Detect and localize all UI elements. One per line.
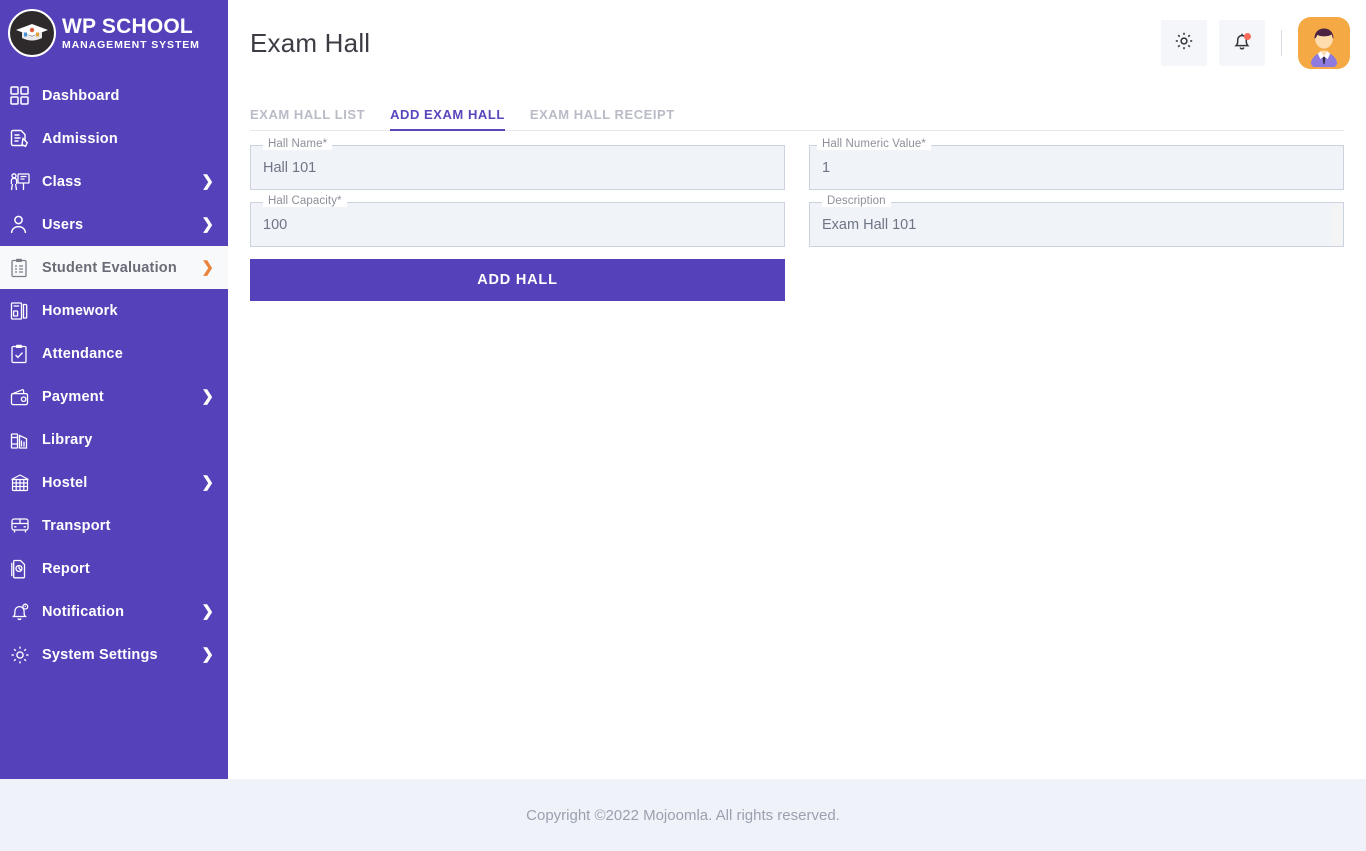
sidebar-item-label: Homework	[42, 302, 118, 319]
sidebar-item-label: Attendance	[42, 345, 123, 362]
chevron-right-icon: ❯	[201, 646, 214, 663]
sidebar-item-dashboard[interactable]: Dashboard	[0, 74, 228, 117]
submit-row: ADD HALL	[250, 259, 797, 301]
graduation-cap-glyph	[16, 24, 48, 41]
brand-subtitle: MANAGEMENT SYSTEM	[62, 38, 200, 51]
chevron-right-icon: ❯	[201, 603, 214, 620]
form-column-right: Hall Numeric Value*	[797, 138, 1344, 202]
hall-name-field[interactable]: Hall Name*	[250, 138, 785, 190]
hall-capacity-label: Hall Capacity*	[263, 195, 347, 207]
chevron-right-icon: ❯	[201, 259, 214, 276]
sidebar-item-hostel[interactable]: Hostel ❯	[0, 461, 228, 504]
sidebar-item-label: System Settings	[42, 646, 158, 663]
graduation-cap-logo-icon	[8, 9, 56, 57]
brand-logo-block[interactable]: WP SCHOOL MANAGEMENT SYSTEM	[0, 0, 228, 66]
book-stack-icon	[10, 300, 38, 322]
sidebar-item-label: Student Evaluation	[42, 259, 177, 276]
hall-capacity-input[interactable]	[251, 216, 784, 233]
sidebar-item-label: Admission	[42, 130, 118, 147]
sidebar-item-label: Class	[42, 173, 82, 190]
sidebar-item-admission[interactable]: Admission	[0, 117, 228, 160]
description-field[interactable]: Description	[809, 195, 1344, 247]
sidebar-item-class[interactable]: Class ❯	[0, 160, 228, 203]
user-avatar-icon	[1298, 17, 1350, 69]
form-column-left: Hall Name*	[250, 138, 797, 202]
sidebar-item-label: Library	[42, 431, 93, 448]
sidebar-item-label: Transport	[42, 517, 111, 534]
sidebar-item-attendance[interactable]: Attendance	[0, 332, 228, 375]
app-root: WP SCHOOL MANAGEMENT SYSTEM Dashboard Ad…	[0, 0, 1366, 851]
bell-icon	[10, 601, 38, 623]
notification-badge-dot	[1244, 33, 1251, 40]
form-column-right-2: Description	[797, 195, 1344, 259]
hall-capacity-field[interactable]: Hall Capacity*	[250, 195, 785, 247]
sidebar-item-system-settings[interactable]: System Settings ❯	[0, 633, 228, 676]
tab-exam-hall-receipt[interactable]: EXAM HALL RECEIPT	[530, 107, 675, 131]
hall-name-input[interactable]	[251, 159, 784, 176]
gear-icon	[10, 644, 38, 666]
sidebar-item-label: Hostel	[42, 474, 88, 491]
topbar-actions	[1149, 17, 1366, 69]
settings-button[interactable]	[1161, 20, 1207, 66]
hall-numeric-value-input[interactable]	[810, 159, 1343, 176]
hostel-building-icon	[10, 472, 38, 494]
clipboard-check-icon	[10, 343, 38, 365]
brand-text: WP SCHOOL MANAGEMENT SYSTEM	[62, 16, 200, 51]
sidebar-item-notification[interactable]: Notification ❯	[0, 590, 228, 633]
wallet-icon	[10, 386, 38, 408]
topbar-divider	[1281, 30, 1282, 56]
sidebar-item-transport[interactable]: Transport	[0, 504, 228, 547]
sidebar-nav: Dashboard Admission Class ❯ Users ❯ Stud…	[0, 74, 228, 676]
main-content: EXAM HALL LIST ADD EXAM HALL EXAM HALL R…	[228, 86, 1366, 779]
sidebar-item-report[interactable]: Report	[0, 547, 228, 590]
tab-bar: EXAM HALL LIST ADD EXAM HALL EXAM HALL R…	[228, 86, 1366, 131]
sidebar-item-label: Users	[42, 216, 84, 233]
notifications-button[interactable]	[1219, 20, 1265, 66]
report-file-icon	[10, 558, 38, 580]
tab-add-exam-hall[interactable]: ADD EXAM HALL	[390, 107, 505, 131]
chevron-right-icon: ❯	[201, 474, 214, 491]
sidebar-item-payment[interactable]: Payment ❯	[0, 375, 228, 418]
top-bar: Exam Hall	[228, 0, 1366, 86]
sidebar-item-library[interactable]: Library	[0, 418, 228, 461]
document-pencil-icon	[10, 128, 38, 150]
library-books-icon	[10, 429, 38, 451]
teacher-board-icon	[10, 171, 38, 193]
copyright-text: Copyright ©2022 Mojoomla. All rights res…	[526, 806, 840, 824]
exam-hall-form: Hall Name* Hall Numeric Value* Hall Capa…	[228, 131, 1366, 301]
add-hall-button[interactable]: ADD HALL	[250, 259, 785, 301]
clipboard-list-icon	[10, 257, 38, 279]
sidebar-item-label: Notification	[42, 603, 125, 620]
tab-exam-hall-list[interactable]: EXAM HALL LIST	[250, 107, 365, 131]
hall-numeric-value-field[interactable]: Hall Numeric Value*	[809, 138, 1344, 190]
page-title: Exam Hall	[250, 27, 371, 58]
sidebar: WP SCHOOL MANAGEMENT SYSTEM Dashboard Ad…	[0, 0, 228, 779]
sidebar-item-student-evaluation[interactable]: Student Evaluation ❯	[0, 246, 228, 289]
brand-title: WP SCHOOL	[62, 14, 193, 38]
hall-name-label: Hall Name*	[263, 138, 333, 150]
sidebar-item-homework[interactable]: Homework	[0, 289, 228, 332]
chevron-right-icon: ❯	[201, 216, 214, 233]
sidebar-item-label: Report	[42, 560, 90, 577]
hall-numeric-value-label: Hall Numeric Value*	[817, 138, 931, 150]
gear-icon	[1174, 31, 1194, 56]
chevron-right-icon: ❯	[201, 173, 214, 190]
bus-icon	[10, 515, 38, 537]
user-icon	[10, 214, 38, 236]
description-scrollbar[interactable]	[1332, 204, 1342, 245]
grid-dashboard-icon	[10, 85, 38, 107]
sidebar-item-label: Payment	[42, 388, 104, 405]
sidebar-item-users[interactable]: Users ❯	[0, 203, 228, 246]
chevron-right-icon: ❯	[201, 388, 214, 405]
avatar[interactable]	[1298, 17, 1350, 69]
description-label: Description	[822, 195, 891, 207]
form-column-left-2: Hall Capacity*	[250, 195, 797, 259]
description-input[interactable]	[810, 216, 1343, 233]
sidebar-item-label: Dashboard	[42, 87, 120, 104]
footer: Copyright ©2022 Mojoomla. All rights res…	[0, 779, 1366, 851]
